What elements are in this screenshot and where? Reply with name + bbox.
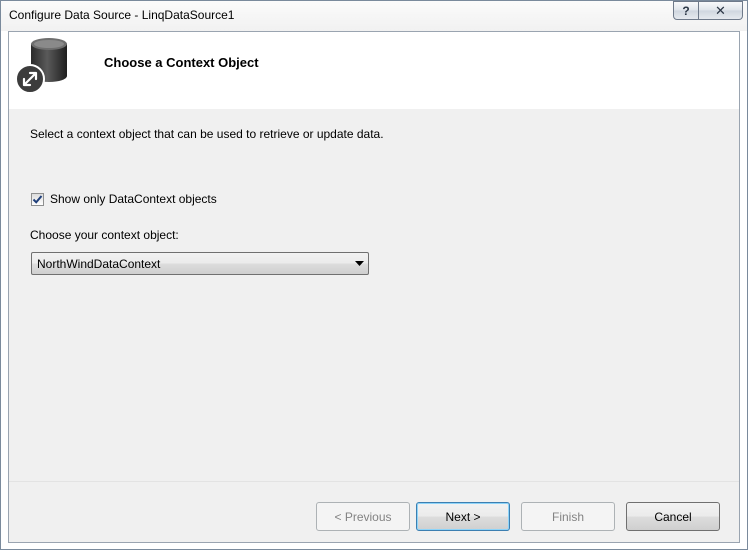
page-title: Choose a Context Object — [104, 55, 259, 70]
dialog-window: Configure Data Source - LinqDataSource1 … — [0, 0, 748, 550]
previous-button[interactable]: < Previous — [316, 502, 410, 531]
context-object-label: Choose your context object: — [30, 228, 179, 242]
close-button[interactable]: ✕ — [699, 1, 743, 20]
close-icon: ✕ — [715, 2, 726, 18]
show-datacontext-label: Show only DataContext objects — [50, 192, 217, 206]
help-button[interactable]: ? — [673, 1, 699, 20]
context-object-select[interactable]: NorthWindDataContext — [31, 252, 369, 275]
wizard-header: Choose a Context Object — [9, 32, 739, 109]
dialog-client-area: Choose a Context Object Select a context… — [8, 31, 740, 543]
cancel-button[interactable]: Cancel — [626, 502, 720, 531]
next-button[interactable]: Next > — [416, 502, 510, 531]
dropdown-arrow-icon[interactable] — [350, 261, 368, 266]
title-bar[interactable]: Configure Data Source - LinqDataSource1 … — [1, 1, 747, 31]
footer-divider — [9, 481, 739, 482]
show-datacontext-checkbox[interactable] — [31, 192, 44, 206]
finish-button[interactable]: Finish — [521, 502, 615, 531]
window-title: Configure Data Source - LinqDataSource1 — [9, 8, 235, 22]
database-configure-icon — [15, 38, 67, 94]
help-icon: ? — [682, 3, 690, 18]
page-description: Select a context object that can be used… — [30, 127, 384, 141]
show-datacontext-checkbox-row[interactable]: Show only DataContext objects — [31, 192, 217, 206]
caption-buttons: ? ✕ — [673, 1, 743, 20]
context-object-value: NorthWindDataContext — [37, 256, 161, 271]
checkmark-icon — [32, 194, 43, 204]
